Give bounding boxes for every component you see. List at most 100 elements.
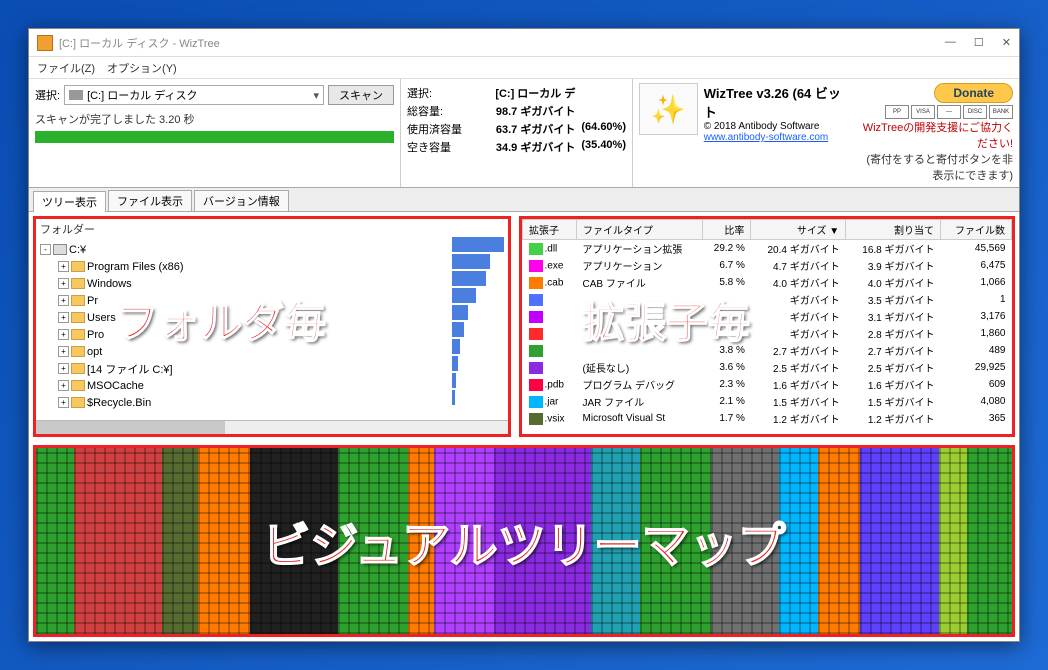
- treemap-block[interactable]: [494, 448, 591, 634]
- tree-row[interactable]: + [14 ファイル C:¥]: [40, 360, 508, 377]
- menu-file[interactable]: ファイル(Z): [37, 60, 95, 76]
- folder-icon: [71, 380, 85, 391]
- table-row[interactable]: ギガバイト2.8 ギガバイト1,860: [523, 325, 1012, 342]
- tab-files[interactable]: ファイル表示: [108, 190, 192, 211]
- folder-tree[interactable]: -C:¥ + Program Files (x86) + Windows + Pr +User…: [36, 239, 508, 411]
- extension-table[interactable]: 拡張子ファイルタイプ比率サイズ ▼割り当てファイル数 .dllアプリケーション拡…: [522, 219, 1012, 427]
- treemap-block[interactable]: [818, 448, 860, 634]
- folder-icon: [71, 278, 85, 289]
- payment-icons: PPVISA—DISCBANK: [857, 105, 1013, 119]
- treemap-block[interactable]: [640, 448, 712, 634]
- tree-label: Pr: [87, 295, 98, 307]
- tree-row[interactable]: + opt: [40, 343, 508, 360]
- select-label: 選択:: [35, 87, 60, 103]
- tree-label: Program Files (x86): [87, 261, 184, 273]
- column-header[interactable]: 割り当て: [846, 220, 941, 240]
- treemap-block[interactable]: [36, 448, 74, 634]
- tree-row[interactable]: + Windows: [40, 275, 508, 292]
- expander-icon[interactable]: +: [58, 380, 69, 391]
- brand-copyright: © 2018 Antibody Software: [704, 121, 851, 132]
- treemap-block[interactable]: [250, 448, 338, 634]
- menu-options[interactable]: オプション(Y): [107, 60, 177, 76]
- treemap-block[interactable]: [591, 448, 639, 634]
- minimize-button[interactable]: —: [945, 36, 956, 49]
- column-header[interactable]: ファイル数: [941, 220, 1012, 240]
- wand-icon: ✨: [639, 83, 698, 135]
- window-title: [C:] ローカル ディスク - WizTree: [59, 35, 220, 51]
- title-bar[interactable]: [C:] ローカル ディスク - WizTree — ☐ ✕: [29, 29, 1019, 57]
- folder-icon: [71, 346, 85, 357]
- donate-line1: WizTreeの開発支援にご協力ください!: [857, 119, 1013, 151]
- tree-row[interactable]: +MSOCache: [40, 377, 508, 394]
- tree-row[interactable]: + Pro: [40, 326, 508, 343]
- maximize-button[interactable]: ☐: [974, 36, 984, 49]
- tree-label: Pro: [87, 329, 104, 341]
- treemap-block[interactable]: [198, 448, 251, 634]
- table-row[interactable]: 3.8 %2.7 ギガバイト2.7 ギガバイト489: [523, 342, 1012, 359]
- app-icon: [37, 35, 53, 51]
- table-row[interactable]: .exeアプリケーション6.7 %4.7 ギガバイト3.9 ギガバイト6,475: [523, 257, 1012, 274]
- drive-info: 選択:[C:] ローカル デ 総容量:98.7 ギガバイト 使用済容量63.7 …: [407, 85, 626, 155]
- expander-icon[interactable]: +: [58, 261, 69, 272]
- folder-icon: [71, 329, 85, 340]
- chevron-down-icon: ▾: [313, 89, 319, 102]
- expander-icon[interactable]: -: [40, 244, 51, 255]
- donate-button[interactable]: Donate: [934, 83, 1013, 103]
- table-row[interactable]: (延長なし)3.6 %2.5 ギガバイト2.5 ギガバイト29,925: [523, 359, 1012, 376]
- table-row[interactable]: ギガバイト3.1 ギガバイト3,176: [523, 308, 1012, 325]
- tree-label: [14 ファイル C:¥]: [87, 361, 173, 377]
- column-header[interactable]: サイズ ▼: [751, 220, 846, 240]
- tree-row[interactable]: +$Recycle.Bin: [40, 394, 508, 411]
- tree-row[interactable]: + Pr: [40, 292, 508, 309]
- expander-icon[interactable]: +: [58, 295, 69, 306]
- folder-icon: [71, 312, 85, 323]
- tree-row[interactable]: -C:¥: [40, 241, 508, 258]
- treemap-block[interactable]: [711, 448, 778, 634]
- folder-icon: [71, 363, 85, 374]
- tree-label: Windows: [87, 278, 132, 290]
- brand-url[interactable]: www.antibody-software.com: [704, 132, 851, 143]
- tab-tree[interactable]: ツリー表示: [33, 191, 106, 212]
- drive-combo[interactable]: [C:] ローカル ディスク ▾: [64, 85, 324, 105]
- tab-version[interactable]: バージョン情報: [194, 190, 289, 211]
- donate-line2: (寄付をすると寄付ボタンを非表示にできます): [857, 151, 1013, 183]
- treemap-block[interactable]: [779, 448, 818, 634]
- expander-icon[interactable]: +: [58, 363, 69, 374]
- treemap-block[interactable]: [434, 448, 495, 634]
- tree-label: opt: [87, 346, 102, 358]
- treemap-panel[interactable]: [C:¥] ビジュアルツリーマップ: [33, 445, 1015, 637]
- table-row[interactable]: ギガバイト3.5 ギガバイト1: [523, 291, 1012, 308]
- table-row[interactable]: .pdbプログラム デバッグ2.3 %1.6 ギガバイト1.6 ギガバイト609: [523, 376, 1012, 393]
- column-header[interactable]: 比率: [702, 220, 751, 240]
- close-button[interactable]: ✕: [1002, 36, 1011, 49]
- expander-icon[interactable]: +: [58, 312, 69, 323]
- expander-icon[interactable]: +: [58, 397, 69, 408]
- brand-title: WizTree v3.26 (64 ビット: [704, 83, 851, 121]
- table-row[interactable]: .dllアプリケーション拡張29.2 %20.4 ギガバイト16.8 ギガバイト…: [523, 240, 1012, 258]
- treemap-block[interactable]: [939, 448, 967, 634]
- drive-combo-text: [C:] ローカル ディスク: [87, 87, 197, 103]
- column-header[interactable]: ファイルタイプ: [577, 220, 703, 240]
- tree-row[interactable]: + Program Files (x86): [40, 258, 508, 275]
- view-tabs: ツリー表示 ファイル表示 バージョン情報: [29, 188, 1019, 211]
- folder-icon: [71, 261, 85, 272]
- treemap-block[interactable]: [338, 448, 408, 634]
- tree-row[interactable]: +Users: [40, 309, 508, 326]
- treemap-block[interactable]: [74, 448, 162, 634]
- table-row[interactable]: .jarJAR ファイル2.1 %1.5 ギガバイト1.5 ギガバイト4,080: [523, 393, 1012, 410]
- expander-icon[interactable]: +: [58, 329, 69, 340]
- h-scrollbar[interactable]: [36, 420, 508, 434]
- size-bars: [452, 237, 504, 407]
- expander-icon[interactable]: +: [58, 346, 69, 357]
- treemap-block[interactable]: [967, 448, 1012, 634]
- folder-panel: フォルダー -C:¥+Program Files (x86)+Windows+P…: [33, 216, 511, 437]
- treemap-block[interactable]: [162, 448, 198, 634]
- table-row[interactable]: .vsixMicrosoft Visual St1.7 %1.2 ギガバイト1.…: [523, 410, 1012, 427]
- treemap-block[interactable]: [860, 448, 939, 634]
- expander-icon[interactable]: +: [58, 278, 69, 289]
- brand-block: WizTree v3.26 (64 ビット © 2018 Antibody So…: [704, 83, 851, 183]
- column-header[interactable]: 拡張子: [523, 220, 577, 240]
- treemap-block[interactable]: [408, 448, 434, 634]
- table-row[interactable]: .cabCAB ファイル5.8 %4.0 ギガバイト4.0 ギガバイト1,066: [523, 274, 1012, 291]
- scan-button[interactable]: スキャン: [328, 85, 394, 105]
